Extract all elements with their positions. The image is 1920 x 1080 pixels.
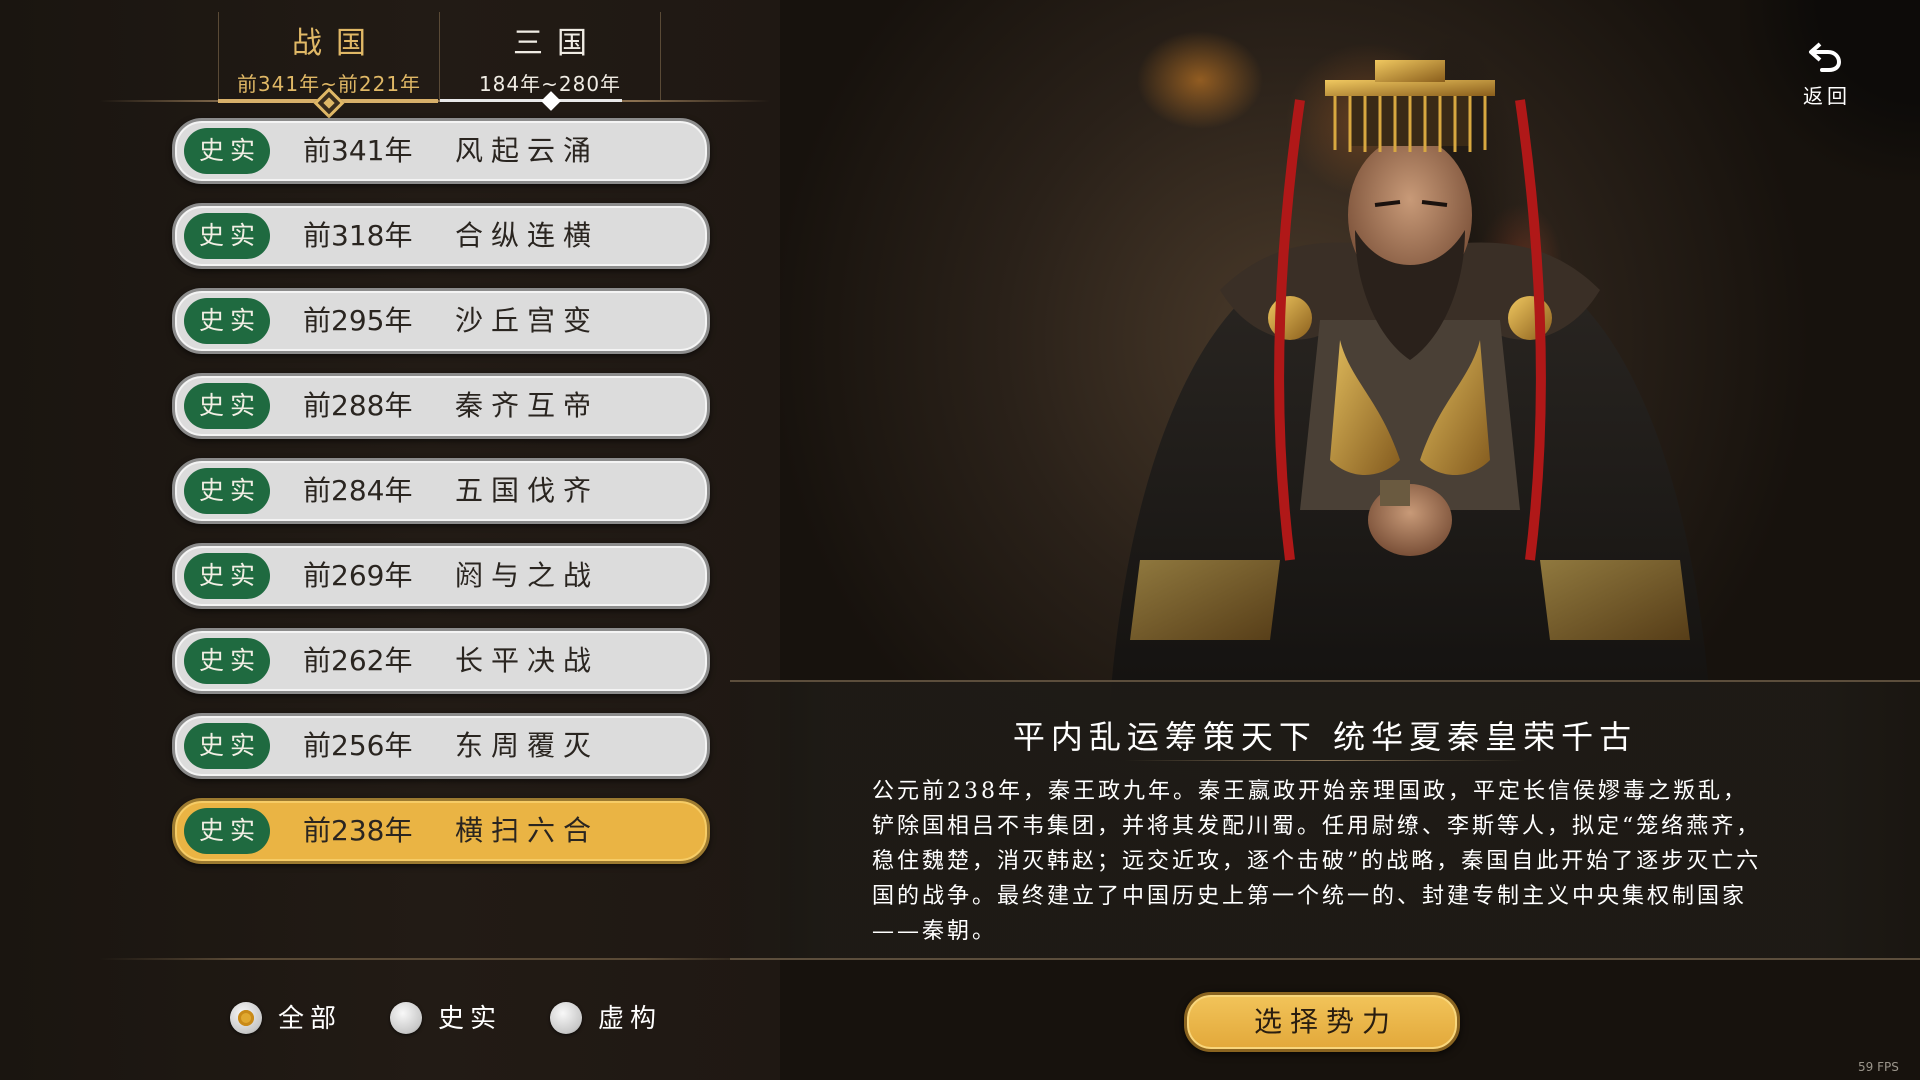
event-item[interactable]: 史实 前295年 沙丘宫变 (172, 288, 710, 354)
era-tabs: 战国 前341年~前221年 三国 184年~280年 (218, 12, 664, 100)
history-badge: 史实 (184, 723, 270, 769)
radio-icon[interactable] (390, 1002, 422, 1034)
event-item[interactable]: 史实 前318年 合纵连横 (172, 203, 710, 269)
event-item[interactable]: 史实 前341年 风起云涌 (172, 118, 710, 184)
tab-three-kingdoms[interactable]: 三国 184年~280年 (440, 12, 661, 100)
radio-icon[interactable] (550, 1002, 582, 1034)
filter-label: 史实 (438, 1004, 503, 1034)
event-year: 前284年 (303, 474, 413, 507)
event-year: 前262年 (303, 644, 413, 677)
event-title: 合纵连横 (455, 219, 600, 252)
radio-selected-icon[interactable] (230, 1002, 262, 1034)
era-name: 三国 (513, 26, 601, 61)
back-button[interactable]: 返回 (1790, 40, 1860, 120)
event-year: 前256年 (303, 729, 413, 762)
event-item[interactable]: 史实 前262年 长平决战 (172, 628, 710, 694)
history-badge: 史实 (184, 383, 270, 429)
event-year: 前238年 (303, 814, 413, 847)
event-item[interactable]: 史实 前284年 五国伐齐 (172, 458, 710, 524)
event-title: 五国伐齐 (455, 474, 600, 507)
history-badge: 史实 (184, 808, 270, 854)
game-screen: 返回 战国 前341年~前221年 三国 184年~280年 史实 前341年 … (0, 0, 1920, 1080)
event-year: 前288年 (303, 389, 413, 422)
scenario-panel: 战国 前341年~前221年 三国 184年~280年 史实 前341年 风起云… (0, 0, 780, 1080)
title-divider (1125, 760, 1525, 761)
event-title: 秦齐互帝 (455, 389, 600, 422)
event-year: 前341年 (303, 134, 413, 167)
tab-underline (440, 99, 622, 102)
event-title: 阏与之战 (455, 559, 600, 592)
history-badge: 史实 (184, 298, 270, 344)
event-list: 史实 前341年 风起云涌 史实 前318年 合纵连横 史实 前295年 沙丘宫… (172, 118, 710, 883)
filter-divider-line (100, 958, 780, 960)
filter-label: 虚构 (598, 1004, 663, 1034)
history-badge: 史实 (184, 213, 270, 259)
select-faction-button[interactable]: 选择势力 (1184, 992, 1460, 1052)
event-title: 横扫六合 (455, 814, 600, 847)
filter-bar: 全部 史实 虚构 (230, 998, 690, 1042)
scenario-description: 公元前238年，秦王政九年。秦王嬴政开始亲理国政，平定长信侯嫪毒之叛乱，铲除国相… (872, 779, 1762, 944)
emperor-portrait (1110, 60, 1710, 700)
filter-label: 全部 (278, 1004, 343, 1034)
history-badge: 史实 (184, 638, 270, 684)
event-year: 前295年 (303, 304, 413, 337)
event-title: 东周覆灭 (455, 729, 600, 762)
back-label: 返回 (1803, 84, 1851, 108)
event-year: 前269年 (303, 559, 413, 592)
event-item[interactable]: 史实 前288年 秦齐互帝 (172, 373, 710, 439)
history-badge: 史实 (184, 128, 270, 174)
scenario-title: 平内乱运筹策天下 统华夏秦皇荣千古 (1012, 718, 1638, 756)
event-item-selected[interactable]: 史实 前238年 横扫六合 (172, 798, 710, 864)
back-arrow-icon (1809, 42, 1842, 72)
scenario-description-panel: 平内乱运筹策天下 统华夏秦皇荣千古 公元前238年，秦王政九年。秦王嬴政开始亲理… (730, 680, 1920, 960)
event-title: 风起云涌 (455, 134, 600, 167)
history-badge: 史实 (184, 553, 270, 599)
event-title: 长平决战 (455, 644, 600, 677)
event-item[interactable]: 史实 前256年 东周覆灭 (172, 713, 710, 779)
event-title: 沙丘宫变 (455, 304, 600, 337)
event-year: 前318年 (303, 219, 413, 252)
era-name: 战国 (292, 26, 380, 61)
fps-counter: 59 FPS (1858, 1060, 1899, 1074)
history-badge: 史实 (184, 468, 270, 514)
event-item[interactable]: 史实 前269年 阏与之战 (172, 543, 710, 609)
